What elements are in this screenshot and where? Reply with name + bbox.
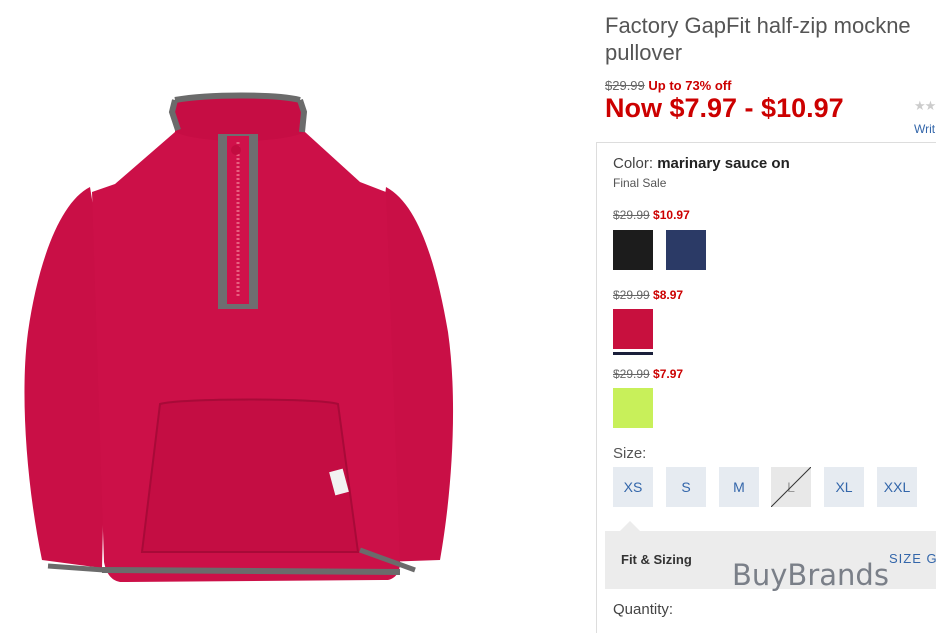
color-label: Color: marinary sauce on [613,155,790,172]
fit-bar-notch [620,521,640,531]
size-guide-link[interactable]: SIZE G [889,551,936,566]
unavailable-slash-icon [771,467,811,507]
color-label-prefix: Color: [613,155,654,172]
product-image[interactable] [20,92,460,592]
swatch-black[interactable] [613,230,653,270]
rating-stars[interactable]: ★★ [914,98,936,114]
quantity-label: Quantity: [613,601,674,618]
product-title-line2: pullover [605,40,683,65]
fit-sizing-label[interactable]: Fit & Sizing [621,552,692,567]
final-sale-text: Final Sale [613,176,667,190]
price-group-1: $29.99 $10.97 [613,208,690,222]
selected-color-name: marinary sauce on [657,155,790,172]
product-image-pane [0,0,560,620]
original-price: $29.99 [605,78,645,93]
selected-swatch-indicator [613,352,653,355]
was-price: $29.99 [613,208,650,222]
size-l-button[interactable]: L [771,467,811,507]
watermark-logo: BuyBrands [732,558,889,592]
was-price: $29.99 [613,288,650,302]
size-label: Size: [613,445,647,462]
was-price: $29.99 [613,367,650,381]
size-m-button[interactable]: M [719,467,759,507]
swatch-lime[interactable] [613,388,653,428]
price-group-3: $29.99 $7.97 [613,367,683,381]
write-review-link[interactable]: Writ [914,122,935,136]
size-xl-button[interactable]: XL [824,467,864,507]
sale-price: $10.97 [653,208,690,222]
size-xxl-button[interactable]: XXL [877,467,917,507]
swatch-navy[interactable] [666,230,706,270]
swatch-marinary-sauce[interactable] [613,309,653,349]
price-summary: $29.99 Up to 73% off [605,78,731,93]
sale-price: $8.97 [653,288,684,302]
size-xs-button[interactable]: XS [613,467,653,507]
now-price: Now $7.97 - $10.97 [605,93,844,123]
product-title-line1: Factory GapFit half-zip mockne [605,13,911,38]
sale-price: $7.97 [653,367,684,381]
product-title: Factory GapFit half-zip mockne pullover [605,12,936,66]
price-group-2: $29.99 $8.97 [613,288,683,302]
size-s-button[interactable]: S [666,467,706,507]
discount-text: Up to 73% off [648,78,732,93]
